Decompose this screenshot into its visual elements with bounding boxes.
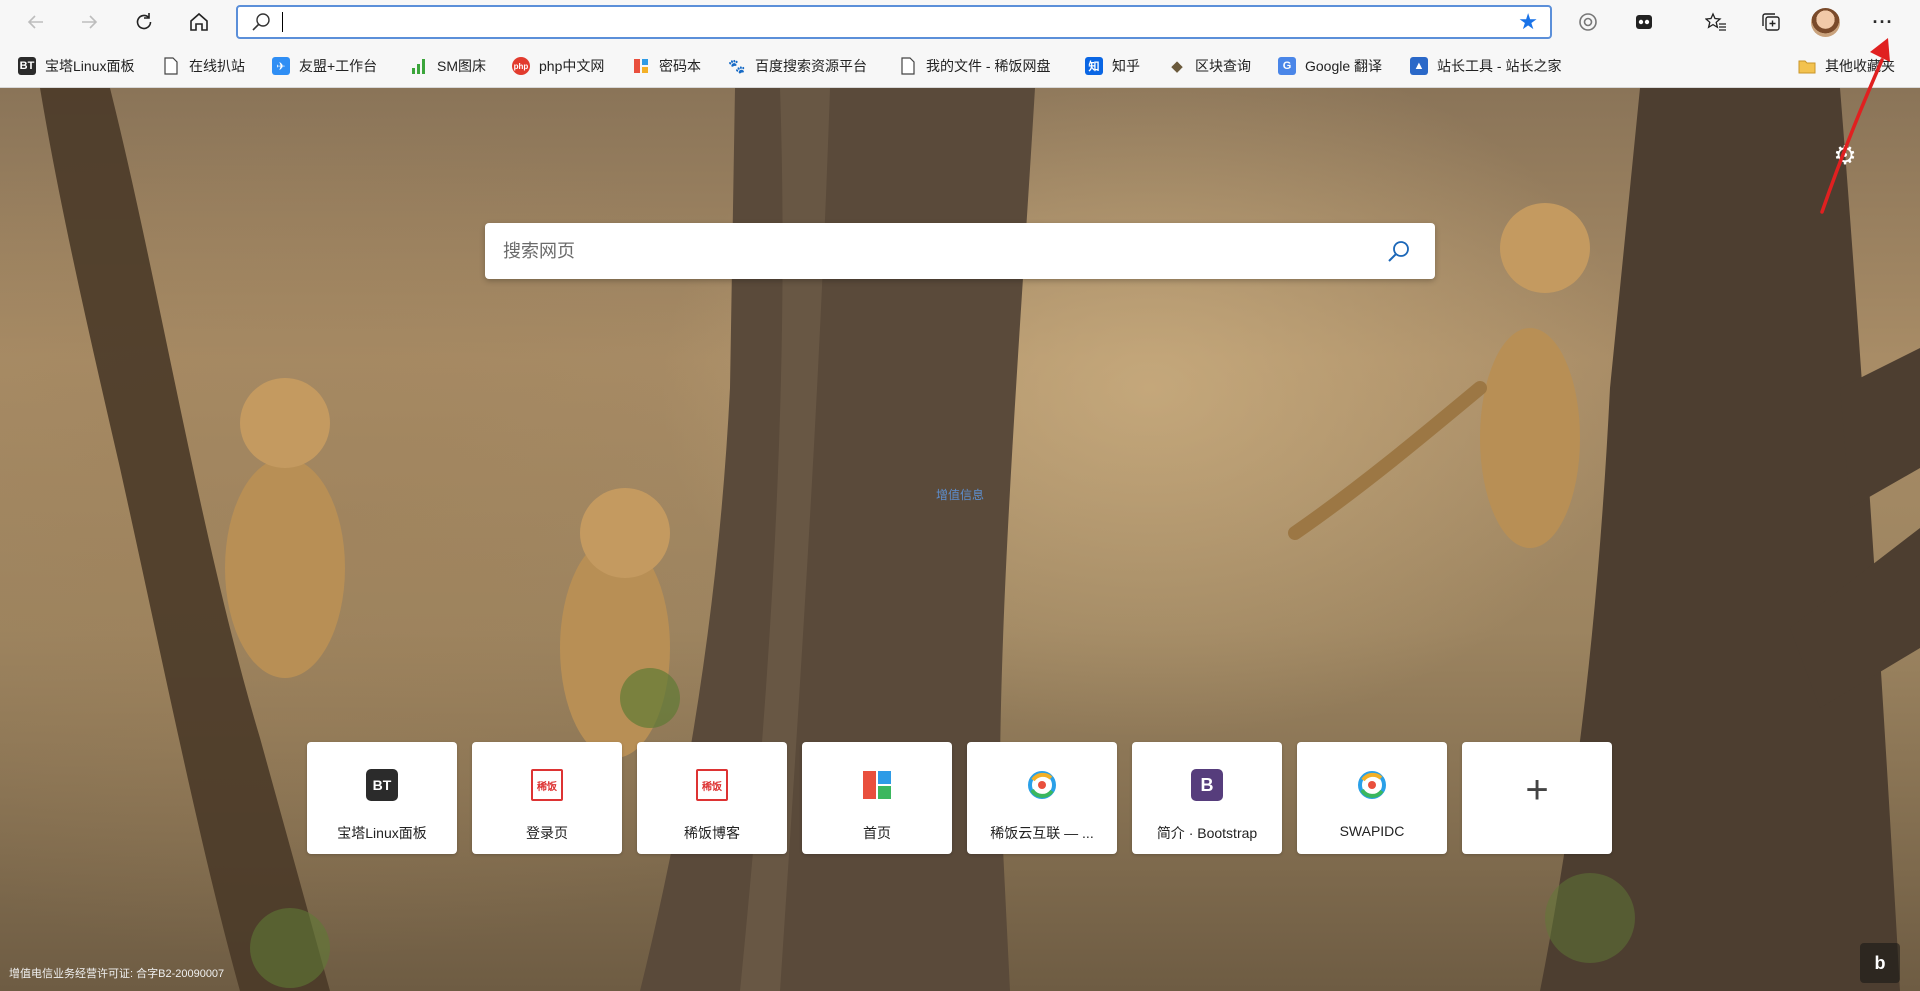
bookmark-label: 百度搜索资源平台 — [755, 58, 867, 74]
bookmark-label: 我的文件 - 稀饭网盘 — [926, 58, 1051, 74]
address-input[interactable] — [285, 9, 1519, 35]
bookmark-label: 知乎 — [1112, 58, 1140, 74]
bookmark-label: php中文网 — [539, 58, 605, 74]
text-caret — [282, 12, 283, 32]
web-search-box[interactable] — [485, 223, 1435, 279]
quick-link-tile[interactable]: B 简介 · Bootstrap — [1132, 742, 1282, 854]
bookmark-item[interactable]: 密码本 — [632, 53, 701, 79]
forward-arrow-icon[interactable] — [73, 6, 105, 38]
search-icon — [250, 11, 272, 33]
swapidc-icon — [1356, 769, 1388, 801]
quick-link-tile[interactable]: 稀饭 稀饭博客 — [637, 742, 787, 854]
bookmark-label: 站长工具 - 站长之家 — [1437, 58, 1562, 74]
tile-label: 简介 · Bootstrap — [1156, 825, 1258, 841]
more-icon[interactable]: ··· — [1868, 7, 1898, 37]
bookmarks-bar: BT 宝塔Linux面板 在线扒站 ✈ 友盟+工作台 SM图床 php php中… — [0, 44, 1920, 88]
page-icon — [899, 57, 917, 75]
bookmark-item[interactable]: 我的文件 - 稀饭网盘 — [899, 53, 1050, 79]
bookmark-label: Google 翻译 — [1305, 58, 1383, 74]
quick-link-tile[interactable]: 首页 — [802, 742, 952, 854]
bookmark-item[interactable]: 在线扒站 — [162, 53, 245, 79]
chinaz-icon: ▲ — [1410, 57, 1428, 75]
bookmark-label: 宝塔Linux面板 — [45, 58, 135, 74]
tile-label: 稀饭云互联 — ... — [990, 825, 1094, 841]
sm-chart-icon — [410, 57, 428, 75]
new-tab-page: ⚙ 增值信息 BT 宝塔Linux面板 稀饭 登录页 稀饭 稀饭博客 首页 — [0, 88, 1920, 991]
address-bar[interactable]: ★ — [236, 5, 1552, 39]
bookmark-item[interactable]: ✈ 友盟+工作台 — [272, 53, 377, 79]
page-icon — [162, 57, 180, 75]
bookmark-label: 密码本 — [659, 58, 701, 74]
bookmark-item[interactable]: SM图床 — [410, 53, 486, 79]
tile-label: 首页 — [863, 825, 891, 841]
bookmark-item[interactable]: ▲ 站长工具 - 站长之家 — [1410, 53, 1561, 79]
zhihu-icon: 知 — [1085, 57, 1103, 75]
xifan-seal-icon: 稀饭 — [696, 769, 728, 801]
tile-label: 稀饭博客 — [684, 825, 740, 841]
web-search-input[interactable] — [501, 239, 1379, 263]
collections-icon[interactable] — [1756, 7, 1786, 37]
tile-label: 登录页 — [526, 825, 568, 841]
folder-icon — [1798, 57, 1816, 75]
bookmark-item[interactable]: 知 知乎 — [1085, 53, 1140, 79]
search-icon[interactable] — [1379, 231, 1419, 271]
bookmark-label: SM图床 — [437, 58, 486, 74]
password-book-icon — [632, 57, 650, 75]
home-icon[interactable] — [183, 6, 215, 38]
tracking-prevention-icon[interactable] — [1573, 7, 1603, 37]
back-arrow-icon[interactable] — [20, 6, 52, 38]
xifan-seal-icon: 稀饭 — [531, 769, 563, 801]
plus-icon: + — [1525, 768, 1549, 812]
bt-panel-icon: BT — [366, 769, 398, 801]
bookmark-label: 友盟+工作台 — [299, 58, 378, 74]
bookmark-item[interactable]: php php中文网 — [512, 53, 604, 79]
bookmark-item[interactable]: 🐾 百度搜索资源平台 — [728, 53, 867, 79]
bookmark-item[interactable]: G Google 翻译 — [1278, 53, 1382, 79]
settings-gear-icon[interactable]: ⚙ — [1830, 140, 1860, 170]
icp-license-text[interactable]: 增值电信业务经营许可证: 合字B2-20090007 — [9, 965, 224, 981]
tile-label: 宝塔Linux面板 — [337, 825, 427, 841]
more-label: ··· — [1872, 11, 1894, 32]
other-favorites[interactable]: 其他收藏夹 — [1798, 53, 1895, 79]
block-query-icon: ◆ — [1171, 58, 1183, 75]
quick-link-tile[interactable]: BT 宝塔Linux面板 — [307, 742, 457, 854]
extension-icon[interactable] — [1629, 7, 1659, 37]
umeng-icon: ✈ — [272, 57, 290, 75]
quick-link-tile[interactable]: SWAPIDC — [1297, 742, 1447, 854]
bookmark-label: 区块查询 — [1195, 58, 1251, 74]
php-icon: php — [512, 57, 530, 75]
bootstrap-icon: B — [1191, 769, 1223, 801]
quick-link-tile[interactable]: 稀饭 登录页 — [472, 742, 622, 854]
bookmark-item[interactable]: BT 宝塔Linux面板 — [18, 53, 134, 79]
favorite-star-icon[interactable]: ★ — [1518, 9, 1538, 35]
browser-toolbar: ★ ··· — [0, 0, 1920, 44]
add-quick-link-tile[interactable]: + — [1462, 742, 1612, 854]
profile-avatar[interactable] — [1811, 8, 1840, 37]
center-caption: 增值信息 — [935, 488, 984, 502]
homepage-icon — [861, 769, 893, 801]
tile-label: SWAPIDC — [1339, 823, 1405, 839]
bookmark-label: 在线扒站 — [189, 58, 245, 74]
favorites-icon[interactable] — [1701, 7, 1731, 37]
other-favorites-label: 其他收藏夹 — [1825, 58, 1895, 74]
bookmark-item[interactable]: ◆ 区块查询 — [1168, 53, 1251, 79]
quick-link-tile[interactable]: 稀饭云互联 — ... — [967, 742, 1117, 854]
google-translate-icon: G — [1278, 57, 1296, 75]
bt-panel-icon: BT — [18, 57, 36, 75]
bing-icon[interactable]: b — [1860, 943, 1900, 983]
cloud-interconnect-icon — [1026, 769, 1058, 801]
baidu-paw-icon: 🐾 — [728, 57, 746, 74]
refresh-icon[interactable] — [128, 6, 160, 38]
